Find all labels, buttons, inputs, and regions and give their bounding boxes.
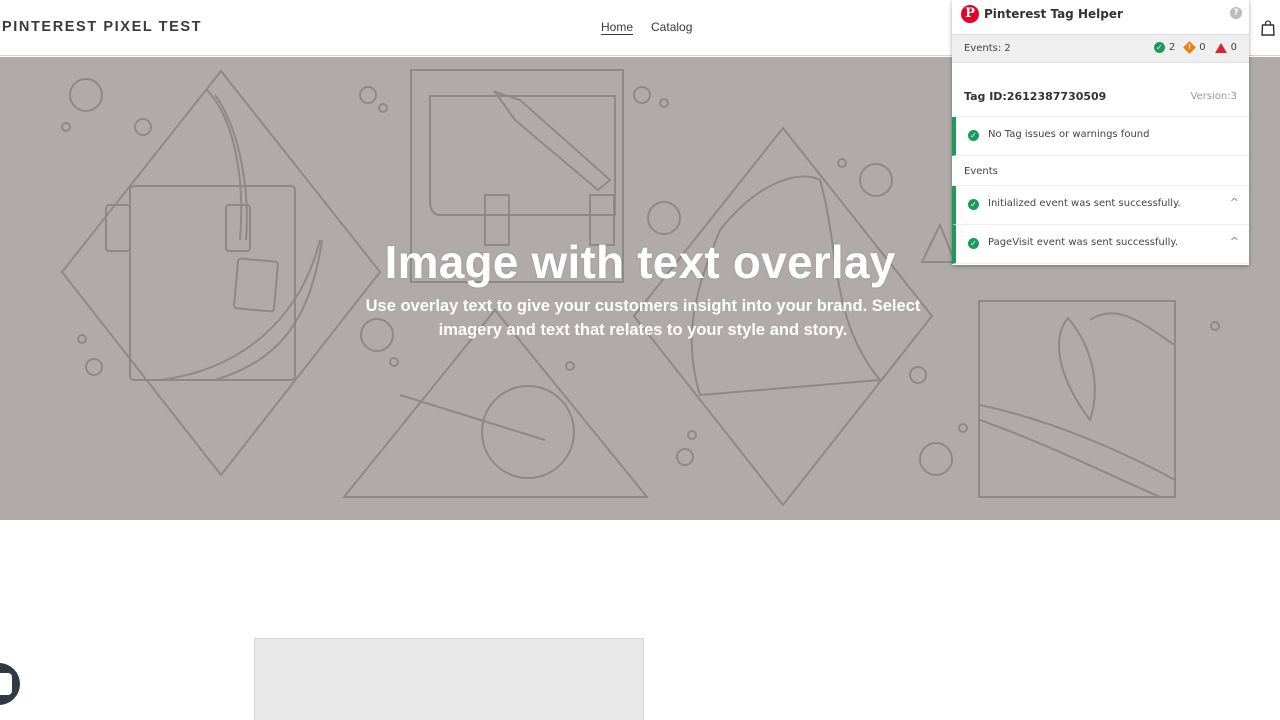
events-heading: Events [964,166,998,177]
tag-helper-panel: P Pinterest Tag Helper ? Events: 2 ✓ 2 !… [952,0,1249,265]
helper-header: P Pinterest Tag Helper ? [952,0,1249,34]
image-placeholder [254,638,644,720]
shopping-bag-icon[interactable] [1261,20,1275,36]
check-circle-icon: ✓ [968,130,979,141]
status-counts: ✓ 2 ! 0 0 [1153,41,1237,54]
help-icon[interactable]: ? [1230,7,1242,19]
tag-version: Version:3 [1190,91,1237,102]
events-heading-row: Events [952,156,1249,186]
pinterest-logo-icon: P [961,5,979,23]
success-count-value: 2 [1168,42,1176,53]
events-summary-bar: Events: 2 ✓ 2 ! 0 0 [952,34,1249,63]
warning-diamond-icon: ! [1183,41,1197,54]
tag-id: Tag ID:2612387730509 [964,90,1107,103]
main-nav: Home Catalog [601,20,692,34]
error-count-value: 0 [1230,42,1237,53]
event-row[interactable]: ✓ Initialized event was sent successfull… [952,186,1249,225]
event-text: Initialized event was sent successfully. [988,198,1181,209]
tag-info-row: Tag ID:2612387730509 Version:3 [952,63,1249,117]
warning-count-value: 0 [1199,42,1206,53]
success-count: ✓ 2 [1153,42,1176,53]
status-message: No Tag issues or warnings found [988,129,1150,140]
page: PINTEREST PIXEL TEST Home Catalog Image … [0,0,1280,720]
nav-catalog[interactable]: Catalog [651,20,692,34]
check-circle-icon: ✓ [1153,42,1165,53]
chevron-up-icon[interactable]: ^ [1230,196,1239,209]
event-row[interactable]: ✓ PageVisit event was sent successfully.… [952,225,1249,264]
error-triangle-icon [1214,42,1227,53]
nav-home[interactable]: Home [601,20,633,34]
check-circle-icon: ✓ [968,199,979,210]
check-circle-icon: ✓ [968,238,979,249]
chevron-up-icon[interactable]: ^ [1230,235,1239,248]
events-count: Events: 2 [964,43,1011,54]
error-count: 0 [1214,42,1237,53]
event-text: PageVisit event was sent successfully. [988,237,1179,248]
shopify-bag-icon[interactable] [0,663,20,705]
warning-count: ! 0 [1183,41,1206,54]
status-message-row: ✓ No Tag issues or warnings found [952,117,1249,156]
helper-title: Pinterest Tag Helper [984,7,1123,21]
hero-subtitle: Use overlay text to give your customers … [365,297,921,339]
store-logo[interactable]: PINTEREST PIXEL TEST [2,19,202,35]
